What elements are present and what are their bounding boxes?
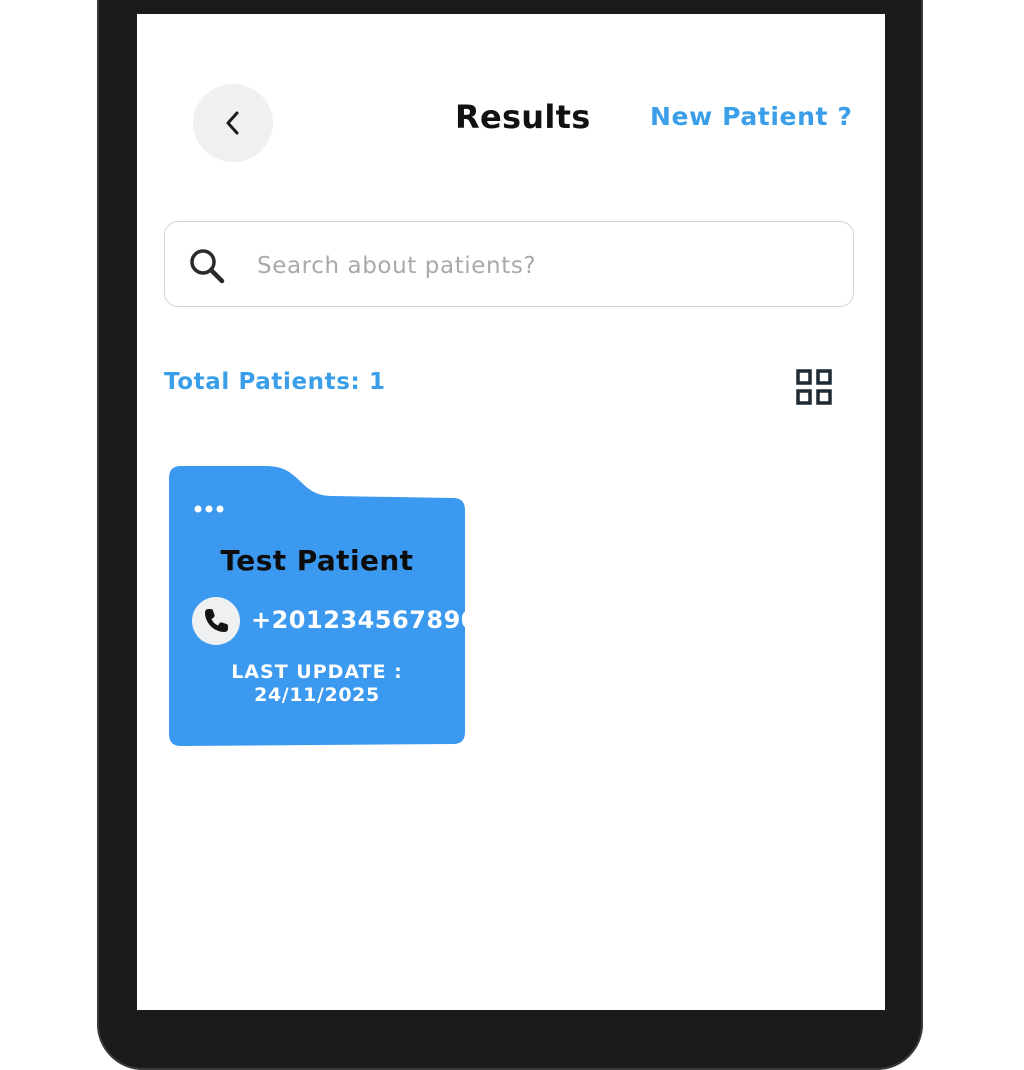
search-icon bbox=[190, 249, 225, 284]
total-patients-count: Total Patients: 1 bbox=[164, 369, 386, 395]
new-patient-link[interactable]: New Patient ? bbox=[650, 102, 852, 131]
phone-icon bbox=[192, 597, 240, 645]
page-title: Results bbox=[455, 98, 591, 136]
last-update-date: 24/11/2025 bbox=[254, 684, 380, 706]
patient-phone: +201234567890 bbox=[251, 606, 478, 634]
more-horizontal-icon[interactable] bbox=[193, 500, 229, 518]
chevron-left-icon bbox=[226, 111, 239, 135]
search-input[interactable] bbox=[255, 240, 839, 292]
app-screen: Results New Patient ? Total Patients: 1 … bbox=[137, 14, 885, 1010]
patient-card[interactable]: Test Patient +201234567890 LAST UPDATE :… bbox=[169, 464, 478, 748]
back-button[interactable] bbox=[193, 84, 273, 162]
grid-icon[interactable] bbox=[793, 366, 835, 408]
patient-name: Test Patient bbox=[220, 544, 414, 577]
search-bar bbox=[164, 221, 854, 307]
last-update-label: LAST UPDATE : bbox=[231, 661, 403, 683]
